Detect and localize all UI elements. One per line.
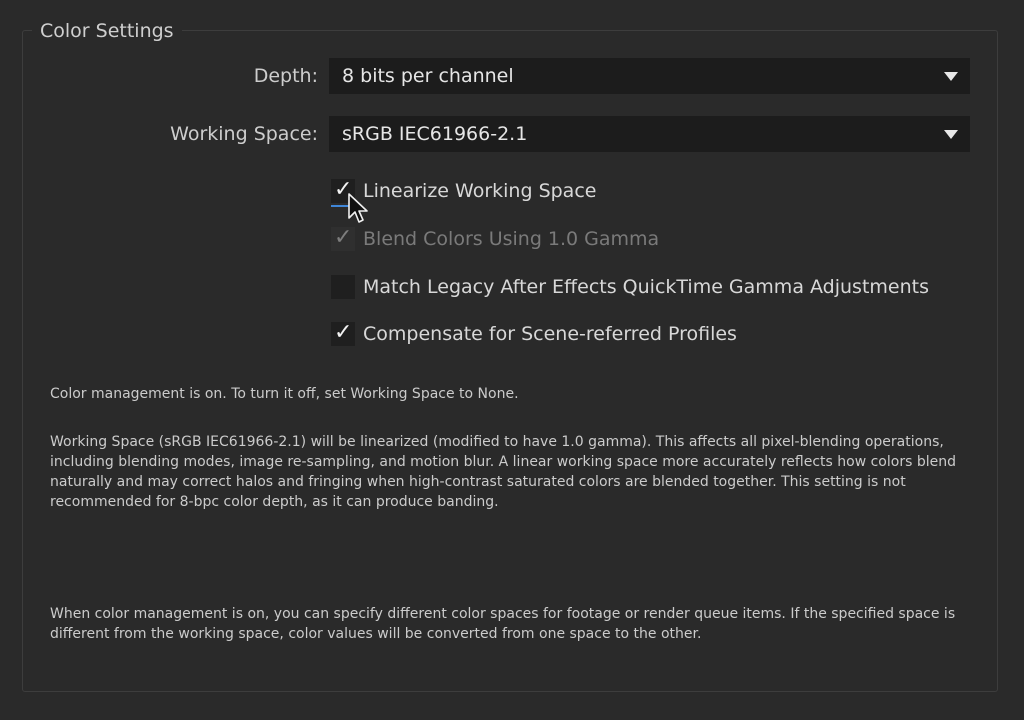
check-icon: ✓ (334, 225, 353, 250)
match-legacy-checkbox[interactable] (331, 275, 355, 299)
check-icon: ✓ (334, 320, 353, 345)
working-space-label: Working Space: (170, 123, 318, 145)
group-title: Color Settings (32, 18, 182, 44)
chevron-down-icon (944, 130, 958, 139)
focus-indicator (331, 205, 355, 207)
depth-dropdown[interactable]: 8 bits per channel (329, 58, 970, 94)
working-space-value: sRGB IEC61966-2.1 (342, 123, 528, 145)
match-legacy-label: Match Legacy After Effects QuickTime Gam… (363, 276, 929, 298)
linearize-description: Working Space (sRGB IEC61966-2.1) will b… (50, 434, 956, 510)
linearize-checkbox[interactable]: ✓ (331, 177, 355, 203)
blend-colors-label: Blend Colors Using 1.0 Gamma (363, 228, 660, 250)
depth-label: Depth: (253, 65, 318, 87)
depth-value: 8 bits per channel (342, 65, 514, 87)
compensate-scene-label: Compensate for Scene-referred Profiles (363, 323, 737, 345)
chevron-down-icon (944, 72, 958, 81)
working-space-dropdown[interactable]: sRGB IEC61966-2.1 (329, 116, 970, 152)
blend-colors-checkbox: ✓ (331, 225, 355, 251)
color-management-description: When color management is on, you can spe… (50, 606, 956, 642)
linearize-label: Linearize Working Space (363, 180, 597, 202)
check-icon: ✓ (334, 177, 353, 202)
compensate-scene-checkbox[interactable]: ✓ (331, 320, 355, 346)
color-management-status: Color management is on. To turn it off, … (50, 386, 519, 402)
